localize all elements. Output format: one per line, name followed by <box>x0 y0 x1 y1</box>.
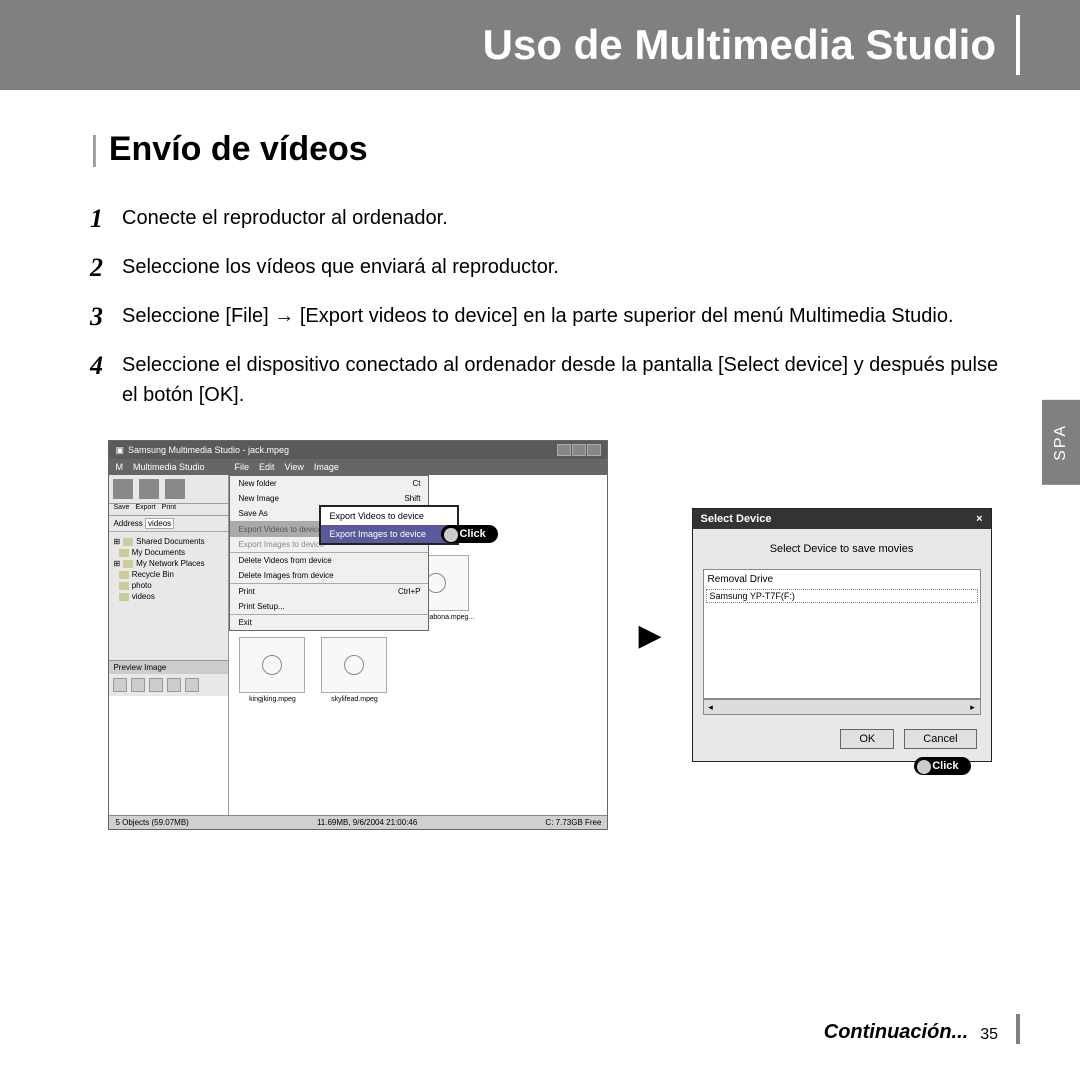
preview-area <box>109 696 228 816</box>
app-brand-bar: M Multimedia Studio File Edit View Image <box>109 459 607 475</box>
menu-view[interactable]: View <box>285 462 304 472</box>
dialog-title-text: Select Device <box>701 513 772 525</box>
brand-text: Multimedia Studio <box>133 462 205 472</box>
video-thumb[interactable]: kingjking.mpeg <box>239 637 305 703</box>
step-4-text: Seleccione el dispositivo conectado al o… <box>122 346 1010 410</box>
main-area: New folderCt New ImageShift Save As Expo… <box>229 475 607 815</box>
click-callout: Click <box>914 757 970 775</box>
side-tab: SPA <box>1042 400 1080 485</box>
sidebar: Save Export Print Address videos ⊞Shared… <box>109 475 229 815</box>
app-icon: ▣ <box>115 445 124 456</box>
menu-item[interactable]: Export Images to device <box>238 540 324 549</box>
tree-item[interactable]: My Documents <box>132 548 185 557</box>
tree-item[interactable]: photo <box>132 581 152 590</box>
continuation-text: Continuación... <box>824 1021 968 1044</box>
click-callout: Click <box>441 525 497 543</box>
menu-image[interactable]: Image <box>314 462 339 472</box>
select-device-dialog: Select Device × Select Device to save mo… <box>692 508 992 762</box>
menu-item[interactable]: New folder <box>238 479 276 488</box>
page-header-title: Uso de Multimedia Studio <box>483 21 996 69</box>
window-title: Samsung Multimedia Studio - jack.mpeg <box>128 445 289 455</box>
page-header: Uso de Multimedia Studio <box>0 0 1080 90</box>
dialog-message: Select Device to save movies <box>693 529 991 569</box>
file-menu-dropdown[interactable]: New folderCt New ImageShift Save As Expo… <box>229 475 429 631</box>
status-right: C: 7.73GB Free <box>545 818 601 827</box>
cancel-button[interactable]: Cancel <box>904 729 976 749</box>
step-number: 2 <box>90 248 122 287</box>
titlebar: ▣ Samsung Multimedia Studio - jack.mpeg <box>109 441 607 459</box>
menu-file[interactable]: File <box>235 462 250 472</box>
tree-item[interactable]: videos <box>132 592 155 601</box>
video-thumb[interactable]: skylifead.mpeg <box>321 637 387 703</box>
tree-item[interactable]: Recycle Bin <box>132 570 174 579</box>
page-number: 35 <box>980 1026 998 1044</box>
submenu-export-images[interactable]: Export Images to device <box>321 525 457 543</box>
page-footer: Continuación... 35 <box>824 1014 1020 1044</box>
export-label: Export <box>135 504 155 511</box>
menu-item[interactable]: Print Setup... <box>238 602 284 611</box>
steps-list: 1Conecte el reproductor al ordenador. 2S… <box>90 199 1010 410</box>
menu-item[interactable]: Save As <box>238 509 267 518</box>
folder-tree[interactable]: ⊞Shared Documents My Documents ⊞My Netwo… <box>109 532 228 660</box>
brand-icon: M <box>115 462 123 472</box>
menu-item[interactable]: Exit <box>238 618 251 627</box>
statusbar: 5 Objects (59.07MB) 11.69MB, 9/6/2004 21… <box>109 815 607 829</box>
section-title: |Envío de vídeos <box>90 130 1010 169</box>
export-submenu[interactable]: Export Videos to device Export Images to… <box>319 505 459 545</box>
arrow-right-icon: ▶ <box>638 618 661 653</box>
menu-item[interactable]: New Image <box>238 494 278 503</box>
menu-edit[interactable]: Edit <box>259 462 275 472</box>
status-center: 11.69MB, 9/6/2004 21:00:46 <box>317 818 417 827</box>
submenu-export-videos[interactable]: Export Videos to device <box>321 507 457 525</box>
menu-item[interactable]: Delete Images from device <box>238 571 333 580</box>
section-title-text: Envío de vídeos <box>109 130 368 168</box>
list-header: Removal Drive <box>706 572 978 587</box>
device-list-item[interactable]: Samsung YP-T7F(F:) <box>706 589 978 603</box>
footer-bar <box>1016 1014 1020 1044</box>
preview-tools[interactable] <box>109 674 228 696</box>
step-number: 1 <box>90 199 122 238</box>
address-label: Address <box>113 519 142 528</box>
step-2-text: Seleccione los vídeos que enviará al rep… <box>122 248 559 287</box>
save-icon[interactable] <box>113 479 133 499</box>
window-controls[interactable] <box>557 444 601 456</box>
app-window: ▣ Samsung Multimedia Studio - jack.mpeg … <box>108 440 608 830</box>
step-number: 3 <box>90 297 122 336</box>
tree-item[interactable]: Shared Documents <box>136 537 204 546</box>
header-divider <box>1016 15 1020 75</box>
preview-header: Preview Image <box>109 660 228 674</box>
step-number: 4 <box>90 346 122 410</box>
close-icon[interactable]: × <box>976 513 982 525</box>
print-icon[interactable] <box>165 479 185 499</box>
horizontal-scrollbar[interactable]: ◂▸ <box>703 699 981 715</box>
step-1-text: Conecte el reproductor al ordenador. <box>122 199 448 238</box>
save-label: Save <box>113 504 129 511</box>
status-left: 5 Objects (59.07MB) <box>115 818 188 827</box>
device-list[interactable]: Removal Drive Samsung YP-T7F(F:) <box>703 569 981 699</box>
menu-item[interactable]: Export Videos to device <box>238 525 322 534</box>
dialog-titlebar: Select Device × <box>693 509 991 529</box>
ok-button[interactable]: OK <box>840 729 894 749</box>
tree-item[interactable]: My Network Places <box>136 559 204 568</box>
print-label: Print <box>162 504 176 511</box>
menu-item[interactable]: Delete Videos from device <box>238 556 331 565</box>
step-3-text: Seleccione [File] → [Export videos to de… <box>122 297 954 336</box>
address-value[interactable]: videos <box>145 518 174 529</box>
export-icon[interactable] <box>139 479 159 499</box>
menu-item[interactable]: Print <box>238 587 254 596</box>
